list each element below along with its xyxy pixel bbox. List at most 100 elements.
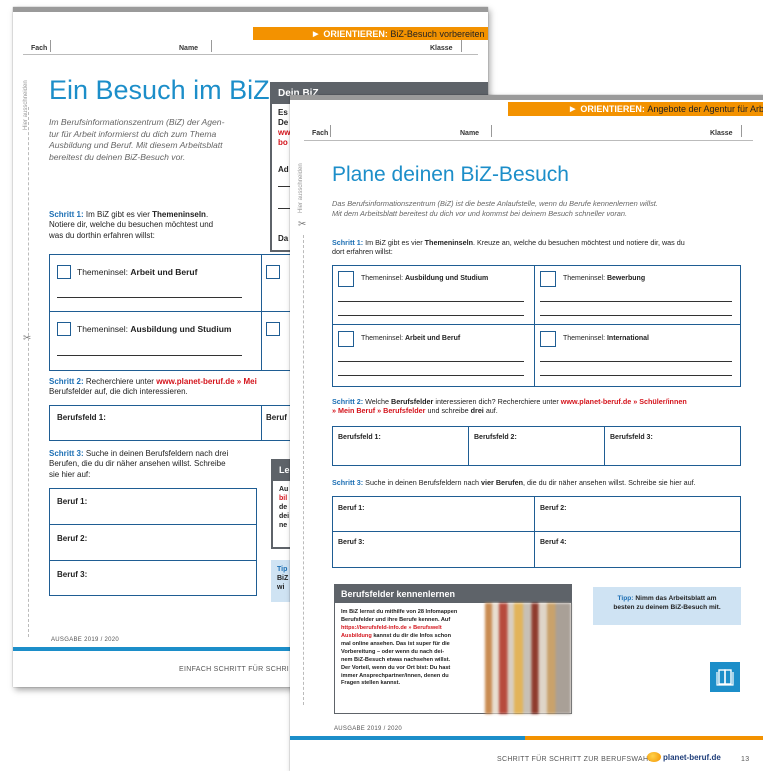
back-berufe-divider <box>49 524 257 525</box>
front-islands-divider <box>534 265 535 387</box>
front-island4-writeline <box>540 375 732 376</box>
front-fach-tick <box>330 125 331 137</box>
back-intro-line: bereitest du deinen BiZ-Besuch vor. <box>49 151 186 162</box>
front-info-box: Berufsfelder kennenlernen Im BiZ lernst … <box>334 584 572 714</box>
back-berufsfeld-divider <box>261 405 262 441</box>
back-island1-prefix: Themeninsel: <box>77 267 129 277</box>
back-island1-writeline <box>57 297 242 298</box>
front-info-line: nem BiZ-Besuch etwas nachsehen willst. <box>341 656 451 663</box>
back-step2-link[interactable]: www.planet-beruf.de » Mei <box>156 377 257 386</box>
front-island1-prefix: Themeninsel: <box>361 275 404 282</box>
back-berufsfeld2-label: Beruf <box>266 413 287 422</box>
back-step1-label: Schritt 1: <box>49 210 84 219</box>
front-island3-writeline <box>338 375 524 376</box>
back-banner-text: BiZ-Besuch vorbereiten <box>390 28 485 39</box>
back-step1-bold: Themeninseln <box>152 210 206 219</box>
front-page-title: Plane deinen BiZ-Besuch <box>332 163 569 186</box>
front-step3-text: Suche in deinen Berufsfeldern nach <box>365 478 480 487</box>
front-step3-text: , die du dir näher ansehen willst. Schre… <box>523 478 696 487</box>
back-sidebox-link: ww <box>278 128 291 137</box>
front-klasse-label: Klasse <box>710 130 733 137</box>
front-step1-label: Schritt 1: <box>332 238 364 247</box>
front-island4-label: Themeninsel: International <box>563 335 649 342</box>
back-beruf1-label: Beruf 1: <box>57 497 88 506</box>
back-intro-line: tur für Arbeit informierst du dich zum T… <box>49 128 217 139</box>
front-info-title: Berufsfelder kennenlernen <box>335 585 571 603</box>
front-berufsfeld-divider <box>604 426 605 466</box>
front-info-link[interactable]: Ausbildung <box>341 633 372 639</box>
back-sidebox-link: bo <box>278 138 288 147</box>
back-island1-checkbox[interactable] <box>57 265 71 279</box>
front-island1-writeline <box>338 315 524 316</box>
front-beruf4-label: Beruf 4: <box>540 539 567 546</box>
front-info-line: Vorbereitung – oder wenn du nach dei- <box>341 648 445 655</box>
brand-name: planet-beruf.de <box>663 752 721 762</box>
front-step2-bold: drei <box>470 406 484 416</box>
front-berufe-box <box>332 496 741 568</box>
front-info-line: mal online ansehen. Das ist super für di… <box>341 640 450 647</box>
back-fach-label: Fach <box>31 45 48 52</box>
front-step3-bold: vier Berufen <box>481 478 523 487</box>
front-island2-name: Bewerbung <box>606 275 646 282</box>
front-tip-text: besten zu deinem BiZ-Besuch mit. <box>613 604 721 612</box>
back-banner-prefix: ORIENTIEREN: <box>323 28 388 39</box>
front-info-line: Im BiZ lernst du mithilfe von 28 Infomap… <box>341 609 458 615</box>
front-island3-checkbox[interactable] <box>338 331 354 347</box>
back-sidebox-line: Ad <box>278 165 289 174</box>
back-island3-checkbox[interactable] <box>57 322 71 336</box>
back-klasse-tick <box>461 40 462 52</box>
back-step3: Schritt 3: Suche in deinen Berufsfeldern… <box>49 449 228 480</box>
front-page-number: 13 <box>741 756 750 763</box>
front-step1-text: Im BiZ gibt es vier <box>365 238 423 247</box>
front-step3-label: Schritt 3: <box>332 478 364 487</box>
front-island4-name: International <box>606 335 649 342</box>
scissors-icon: ✂ <box>298 219 307 230</box>
front-step3: Schritt 3: Suche in deinen Berufsfeldern… <box>332 478 757 487</box>
front-island2-writeline <box>540 301 732 302</box>
front-banner: ▶ ORIENTIEREN: Angebote der Agentur für … <box>508 102 763 116</box>
back-step2-label: Schritt 2: <box>49 377 84 386</box>
back-island1-label: Themeninsel: Arbeit und Beruf <box>77 267 197 277</box>
front-step2-link[interactable]: www.planet-beruf.de » Schüler/innen <box>561 397 687 406</box>
front-island3-name: Arbeit und Beruf <box>404 335 461 342</box>
back-page-title: Ein Besuch im BiZ <box>49 75 270 105</box>
front-berufsfeld3-label: Berufsfeld 3: <box>610 434 653 441</box>
back-beruf2-label: Beruf 2: <box>57 534 88 543</box>
back-island4-checkbox[interactable] <box>266 322 280 336</box>
front-info-link[interactable]: https://berufsfeld-info.de » Berufswelt <box>341 625 481 633</box>
back-intro-line: Im Berufsinformationszentrum (BiZ) der A… <box>49 117 225 127</box>
front-step2-text: auf. <box>485 406 498 416</box>
front-info-line: Berufsfelder und ihre Berufe kennen. Auf <box>341 616 451 623</box>
back-step1-text: Notiere dir, welche du besuchen möchtest… <box>49 220 214 230</box>
back-step3-text: sie hier auf: <box>49 469 91 479</box>
front-berufsfeld1-label: Berufsfeld 1: <box>338 434 381 441</box>
front-step1-text: . Kreuze an, welche du besuchen möchtest… <box>473 238 685 247</box>
back-step3-label: Schritt 3: <box>49 449 84 458</box>
back-beruf3-label: Beruf 3: <box>57 570 88 579</box>
front-intro: Das Berufsinformationszentrum (BiZ) ist … <box>332 199 658 219</box>
front-island4-checkbox[interactable] <box>540 331 556 347</box>
back-lower-line: dei <box>279 513 290 521</box>
front-step2-link[interactable]: » Mein Beruf » Berufsfelder <box>332 406 425 415</box>
front-island4-prefix: Themeninsel: <box>563 335 606 342</box>
back-top-gray-stripe <box>13 7 488 12</box>
back-lower-line: ne <box>279 522 288 530</box>
front-island1-checkbox[interactable] <box>338 271 354 287</box>
back-sidebox-line: Es <box>278 108 288 117</box>
front-step2: Schritt 2: Welche Berufsfelder interessi… <box>332 397 752 416</box>
back-step1: Schritt 1: Im BiZ gibt es vier Themenins… <box>49 210 214 240</box>
back-lower-line: bil <box>279 495 288 503</box>
front-step2-text: und schreibe <box>427 406 469 416</box>
front-info-line: immer Ansprechpartner/innen, denen du <box>341 672 449 679</box>
back-island2-checkbox[interactable] <box>266 265 280 279</box>
front-island2-checkbox[interactable] <box>540 271 556 287</box>
front-tipbox: Tipp: Nimm das Arbeitsblatt am besten zu… <box>593 587 741 625</box>
back-cut-line <box>28 107 29 637</box>
back-edition: AUSGABE 2019 / 2020 <box>51 637 120 643</box>
front-top-gray-stripe <box>290 95 763 100</box>
front-worksheet-page: ▶ ORIENTIEREN: Angebote der Agentur für … <box>290 95 763 771</box>
back-name-row-line <box>23 54 478 55</box>
planet-logo-icon <box>647 752 661 762</box>
front-tip-label: Tipp: <box>617 595 634 602</box>
back-intro: Im Berufsinformationszentrum (BiZ) der A… <box>49 117 224 163</box>
